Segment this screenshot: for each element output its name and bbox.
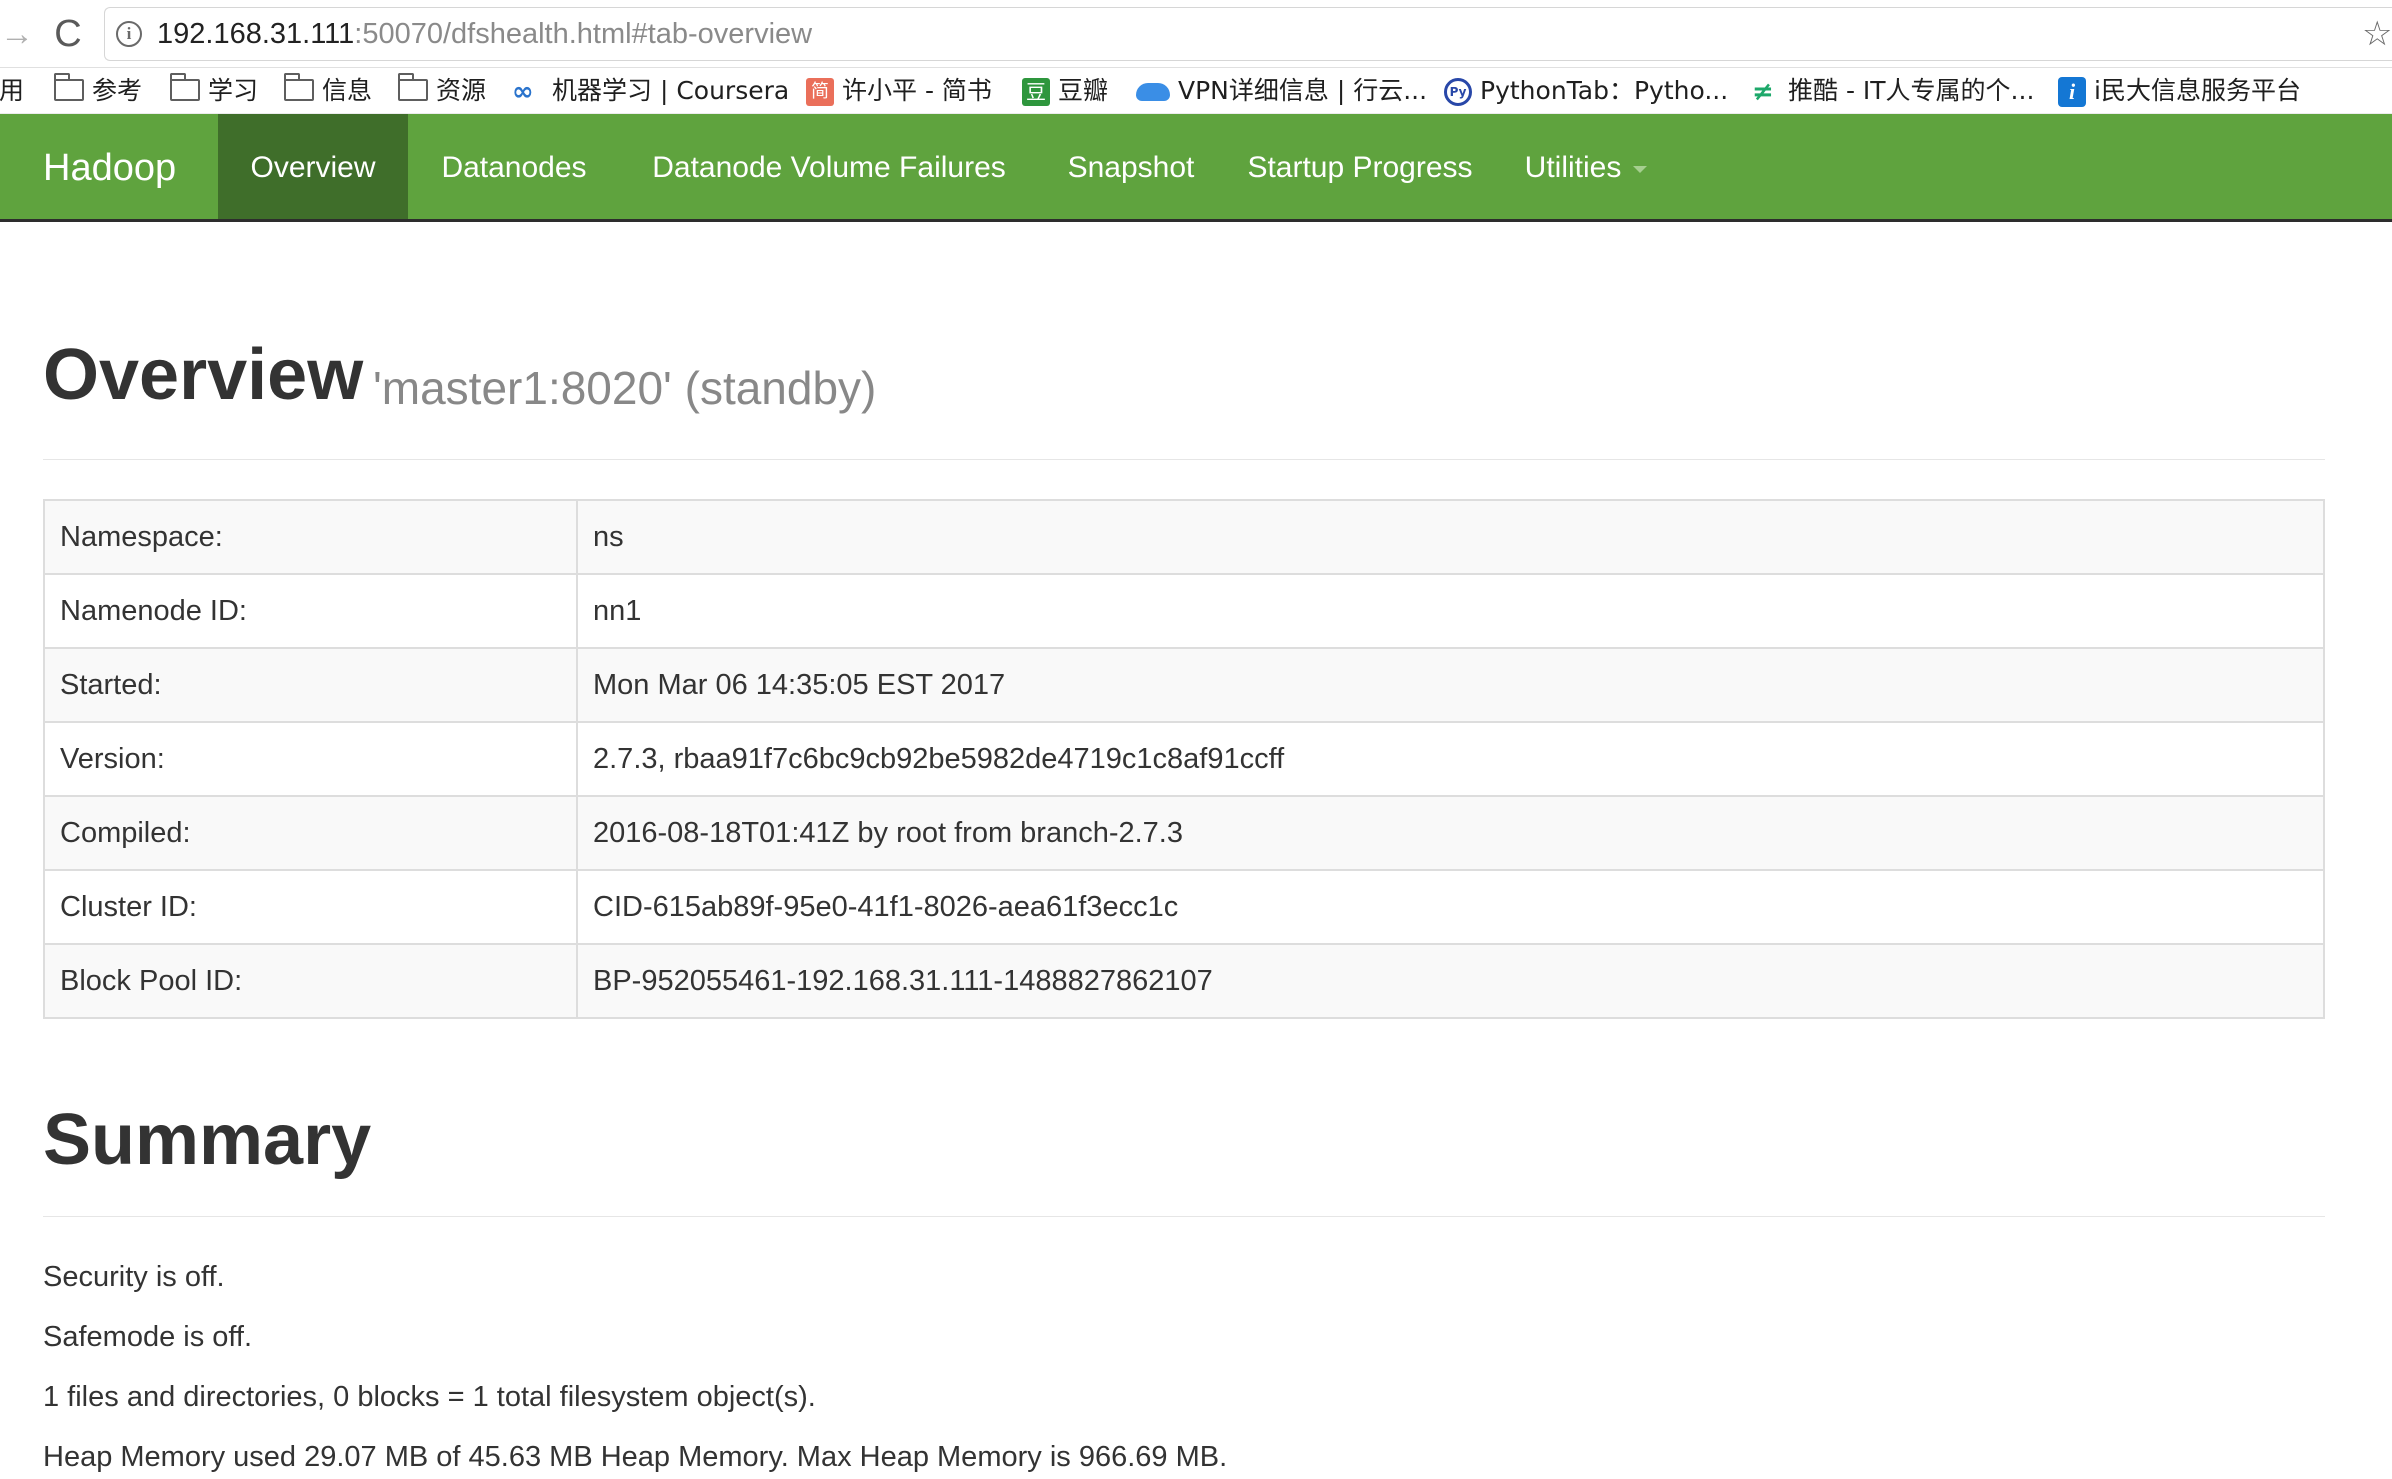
bookmark-label: PythonTab：Pytho... <box>1480 76 1729 105</box>
back-arrow-icon[interactable]: → <box>0 14 34 54</box>
tab-overview[interactable]: Overview <box>218 114 408 219</box>
bookmark-label: 许小平 - 简书 <box>842 76 992 105</box>
summary-header: Summary <box>43 1095 2325 1217</box>
row-key: Version: <box>43 721 578 797</box>
table-row: Cluster ID: CID-615ab89f-95e0-41f1-8026-… <box>43 869 2325 945</box>
tab-datanodes[interactable]: Datanodes <box>408 114 620 219</box>
summary-title: Summary <box>43 1100 372 1180</box>
bookmark-label: 资源 <box>436 76 487 105</box>
url-host: 192.168.31.111 <box>157 18 355 50</box>
row-key: Namenode ID: <box>43 573 578 649</box>
bookmark-label: 学习 <box>208 76 259 105</box>
bookmark-label: i民大信息服务平台 <box>2094 76 2301 105</box>
bookmark-tuicool[interactable]: ≠ 推酷 - IT人专属的个... <box>1752 68 2034 114</box>
table-row: Block Pool ID: BP-952055461-192.168.31.1… <box>43 943 2325 1019</box>
info-icon: i <box>2058 77 2086 107</box>
row-key: Namespace: <box>43 499 578 575</box>
bookmark-star-icon[interactable]: ☆ <box>2362 14 2392 54</box>
folder-icon <box>283 73 314 101</box>
safemode-status: Safemode is off. <box>43 1321 253 1353</box>
row-key: Started: <box>43 647 578 723</box>
bookmark-folder-study[interactable]: 学习 <box>169 68 259 114</box>
url-text[interactable]: 192.168.31.111:50070/dfshealth.html#tab-… <box>157 14 812 54</box>
tab-utilities-label: Utilities <box>1524 151 1622 184</box>
row-value: 2016-08-18T01:41Z by root from branch-2.… <box>576 795 2325 871</box>
bookmark-label: 信息 <box>322 76 373 105</box>
overview-table: Namespace: ns Namenode ID: nn1 Started: … <box>43 499 2325 1019</box>
bookmark-label: VPN详细信息 | 行云... <box>1178 76 1428 105</box>
bookmarks-bar: 应用 参考 学习 信息 资源 ∞ 机器学习 | Coursera 简许小平 - 简… <box>0 68 2392 114</box>
bookmark-folder-info[interactable]: 信息 <box>283 68 373 114</box>
bookmark-label: 参考 <box>92 76 143 105</box>
row-value: 2.7.3, rbaa91f7c6bc9cb92be5982de4719c1c8… <box>576 721 2325 797</box>
douban-icon: 豆 <box>1022 78 1050 106</box>
pythontab-icon: Py <box>1444 78 1472 106</box>
bookmark-ruc-info[interactable]: i i民大信息服务平台 <box>2058 68 2301 114</box>
browser-address-bar: → C i 192.168.31.111:50070/dfshealth.htm… <box>0 0 2392 68</box>
folder-icon <box>53 73 84 101</box>
bookmark-label: 推酷 - IT人专属的个... <box>1788 76 2035 105</box>
page-title: Overview <box>43 335 364 415</box>
bookmark-jianshu[interactable]: 简许小平 - 简书 <box>806 68 992 114</box>
row-key: Block Pool ID: <box>43 943 578 1019</box>
row-value: ns <box>576 499 2325 575</box>
row-value: BP-952055461-192.168.31.111-148882786210… <box>576 943 2325 1019</box>
filesystem-objects: 1 files and directories, 0 blocks = 1 to… <box>43 1381 816 1413</box>
page-subtitle: 'master1:8020' (standby) <box>373 362 877 414</box>
bookmark-label: 机器学习 | Coursera <box>552 76 790 105</box>
bookmark-apps[interactable]: 应用 <box>0 68 24 114</box>
tab-startup-progress[interactable]: Startup Progress <box>1224 114 1496 219</box>
table-row: Namespace: ns <box>43 499 2325 575</box>
coursera-icon: ∞ <box>512 77 534 107</box>
bookmark-label: 应用 <box>0 76 25 105</box>
security-status: Security is off. <box>43 1261 225 1293</box>
bookmark-folder-resources[interactable]: 资源 <box>397 68 487 114</box>
brand-logo[interactable]: Hadoop <box>43 114 176 222</box>
row-key: Cluster ID: <box>43 869 578 945</box>
caret-down-icon <box>1633 165 1648 173</box>
bookmark-pythontab[interactable]: Py PythonTab：Pytho... <box>1444 68 1728 114</box>
row-key: Compiled: <box>43 795 578 871</box>
folder-icon <box>169 73 200 101</box>
folder-icon <box>397 73 428 101</box>
bookmark-coursera[interactable]: ∞ 机器学习 | Coursera <box>512 68 789 114</box>
tab-datanode-volume-failures[interactable]: Datanode Volume Failures <box>620 114 1038 219</box>
bookmark-douban[interactable]: 豆豆瓣 <box>1022 68 1108 114</box>
table-row: Compiled: 2016-08-18T01:41Z by root from… <box>43 795 2325 871</box>
row-value: nn1 <box>576 573 2325 649</box>
site-info-icon[interactable]: i <box>116 21 142 47</box>
reload-icon[interactable]: C <box>48 14 88 54</box>
bookmark-label: 豆瓣 <box>1058 76 1109 105</box>
overview-header: Overview 'master1:8020' (standby) <box>43 330 2325 460</box>
hadoop-navbar: Hadoop Overview Datanodes Datanode Volum… <box>0 114 2392 222</box>
jianshu-icon: 简 <box>806 78 834 106</box>
table-row: Started: Mon Mar 06 14:35:05 EST 2017 <box>43 647 2325 723</box>
table-row: Version: 2.7.3, rbaa91f7c6bc9cb92be5982d… <box>43 721 2325 797</box>
heap-memory: Heap Memory used 29.07 MB of 45.63 MB He… <box>43 1441 1228 1473</box>
tuicool-icon: ≠ <box>1752 77 1774 107</box>
row-value: Mon Mar 06 14:35:05 EST 2017 <box>576 647 2325 723</box>
bookmark-folder-reference[interactable]: 参考 <box>53 68 143 114</box>
bookmark-vpn[interactable]: VPN详细信息 | 行云... <box>1136 68 1427 114</box>
tab-snapshot[interactable]: Snapshot <box>1038 114 1224 219</box>
row-value: CID-615ab89f-95e0-41f1-8026-aea61f3ecc1c <box>576 869 2325 945</box>
tab-utilities[interactable]: Utilities <box>1496 114 1676 219</box>
table-row: Namenode ID: nn1 <box>43 573 2325 649</box>
url-path: :50070/dfshealth.html#tab-overview <box>354 18 813 50</box>
cloud-icon <box>1136 83 1170 101</box>
